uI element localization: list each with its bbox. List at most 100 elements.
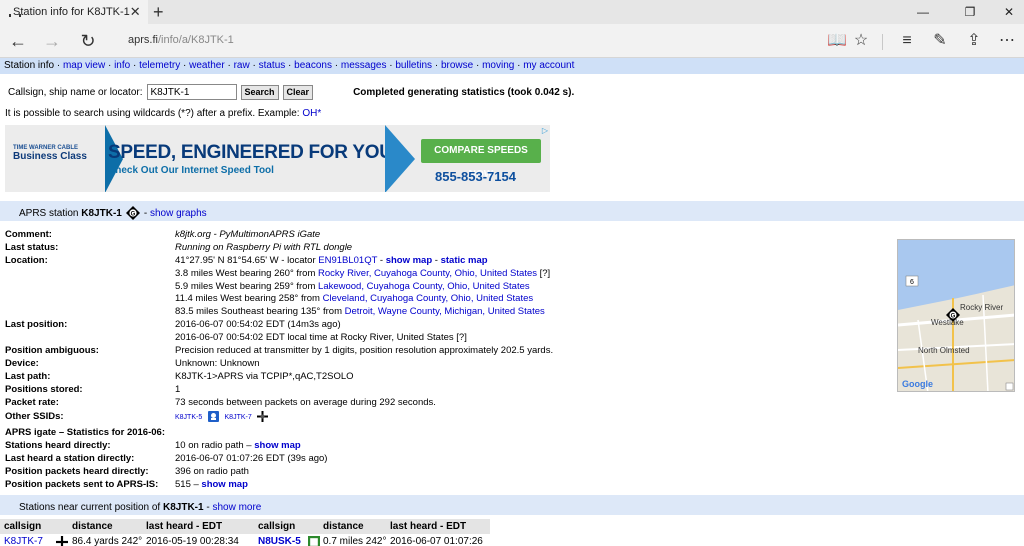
last-path-row: Last path: K8JTK-1>APRS via TCPIP*,qAC,T2… [5,371,885,384]
wildcard-example-link[interactable]: OH* [302,108,321,119]
menu-separator: · [285,60,295,71]
show-map-link[interactable]: show map [386,255,432,266]
new-tab-button[interactable]: + [153,1,164,23]
last-heard-label: Last heard a station directly: [5,453,135,465]
menu-item-moving[interactable]: moving [482,60,514,71]
igate-title-row: APRS igate – Statistics for 2016-06: [5,427,885,440]
show-graphs-link[interactable]: show graphs [150,208,207,219]
map-graphic: 6 Rocky River Westlake North Olmsted G G… [898,240,1014,391]
more-icon[interactable]: ⋯ [996,30,1018,52]
restore-button[interactable]: ❐ [955,2,985,22]
device-row: Device: Unknown: Unknown [5,358,885,371]
col-callsign-2: callsign [258,521,296,532]
packet-rate-label: Packet rate: [5,396,59,408]
reading-view-icon[interactable]: 📖 [826,30,848,52]
row-callsign-2[interactable]: N8USK-5 [258,536,301,546]
other-ssids-label: Other SSIDs: [5,411,64,423]
station-info-table: Comment: k8jtk.org - PyMultimonAPRS iGate… [5,229,885,492]
page-content: Station info · map view · info · telemet… [0,58,1024,546]
device-label: Device: [5,357,39,369]
menu-item-beacons[interactable]: beacons [294,60,332,71]
tab-bar: Station info for K8JTK-1 ✕ + — ❐ ✕ [0,0,1024,24]
minimize-button[interactable]: — [908,2,938,22]
menu-item-map-view[interactable]: map view [63,60,105,71]
nearby-distance: 3.8 miles West bearing 260° from [175,267,316,279]
ssid-5-link[interactable]: K8JTK-5 [175,414,202,421]
menu-item-raw[interactable]: raw [234,60,250,71]
share-icon[interactable]: ⇪ [963,30,985,52]
sent-map-link[interactable]: show map [201,479,247,490]
col-callsign-1: callsign [4,521,42,532]
forward-icon[interactable]: → [40,29,64,53]
last-position-value: 2016-06-07 00:54:02 EDT (14m3s ago) [175,319,341,331]
advertisement-banner[interactable]: TIME WARNER CABLE Business Class SPEED, E… [5,125,550,192]
menu-item-messages[interactable]: messages [341,60,387,71]
clear-button[interactable]: Clear [282,84,314,100]
menu-item-telemetry[interactable]: telemetry [139,60,180,71]
station-map[interactable]: 6 Rocky River Westlake North Olmsted G G… [897,239,1015,392]
menu-item-my-account[interactable]: my account [523,60,574,71]
show-more-link[interactable]: show more [212,502,261,513]
route-shield: 6 [910,279,914,286]
positions-value: 1 [175,383,181,395]
static-map-link[interactable]: static map [441,255,488,266]
ad-phone: 855-853-7154 [435,169,516,184]
igate-title: APRS igate – Statistics for 2016-06: [5,427,165,439]
ssid-7-link[interactable]: K8JTK-7 [225,414,252,421]
pos-heard-row: Position packets heard directly: 396 on r… [5,466,885,479]
ambiguous-label: Position ambiguous: [5,345,99,357]
nearby-place-link[interactable]: Cleveland, Cuyahoga County, Ohio, United… [323,293,534,304]
last-path-label: Last path: [5,370,51,382]
last-position-label: Last position: [5,319,68,331]
menu-separator: · [224,60,234,71]
close-tab-icon[interactable]: ✕ [130,4,141,20]
row-callsign-1[interactable]: K8JTK-7 [4,536,43,546]
nearby-distance: 11.4 miles West bearing 258° from [175,293,320,305]
browser-tab[interactable]: Station info for K8JTK-1 ✕ [0,0,148,24]
favorite-star-icon[interactable]: ☆ [850,30,872,52]
local-time-row: 2016-06-07 00:54:02 EDT local time at Ro… [5,332,885,345]
menu-separator: · [473,60,483,71]
nearby-place-link[interactable]: Detroit, Wayne County, Michigan, United … [345,306,545,317]
menu-separator: · [54,60,63,71]
ambiguous-value: Precision reduced at transmitter by 1 di… [175,345,554,357]
refresh-icon[interactable]: ↻ [76,29,100,53]
comment-label: Comment: [5,229,52,240]
ad-brand-name: Business Class [13,151,87,162]
row-symbol-1-icon [56,536,68,546]
nearby-row: 3.8 miles West bearing 260° from Rocky R… [5,268,885,281]
stations-near-prefix: Stations near current position of [19,501,161,513]
nearby-place-link[interactable]: Rocky River, Cuyahoga County, Ohio, Unit… [318,268,537,279]
row-time-2: 2016-06-07 01:07:26 [390,536,483,546]
menu-item-browse[interactable]: browse [441,60,473,71]
back-icon[interactable]: ← [6,29,30,53]
search-button[interactable]: Search [240,84,279,100]
menu-item-weather[interactable]: weather [189,60,225,71]
station-header-prefix: APRS station [19,207,79,219]
hub-icon[interactable]: ≡ [896,30,918,52]
search-form: Callsign, ship name or locator: Search C… [8,84,574,100]
map-marker: G [951,314,956,320]
ad-cta-button[interactable]: COMPARE SPEEDS NOW [421,139,541,180]
other-ssids-row: Other SSIDs: K8JTK-5 K8JTK-7 [5,409,885,425]
adchoices-icon[interactable]: ▷ [542,126,548,135]
menu-item-bulletins[interactable]: bulletins [395,60,432,71]
callsign-search-input[interactable] [146,84,237,100]
url-field[interactable]: aprs.fi/info/a/K8JTK-1 [128,34,234,46]
locator-link[interactable]: EN91BL01QT [318,255,377,266]
pos-heard-value: 396 on radio path [175,466,249,478]
last-status-row: Last status: Running on Raspberry Pi with… [5,242,885,255]
menu-item-info[interactable]: info [114,60,130,71]
nearby-row: 83.5 miles Southeast bearing 135° from D… [5,306,885,319]
pos-heard-label: Position packets heard directly: [5,466,149,478]
search-label: Callsign, ship name or locator: [8,86,143,98]
heard-map-link[interactable]: show map [254,440,300,451]
wildcard-hint: It is possible to search using wildcards… [5,108,321,119]
nearby-place-link[interactable]: Lakewood, Cuyahoga County, Ohio, United … [318,281,530,292]
close-window-button[interactable]: ✕ [994,2,1024,22]
address-bar: ← → ↻ aprs.fi/info/a/K8JTK-1 📖 ☆ ≡ ✎ ⇪ ⋯ [0,24,1024,58]
web-note-icon[interactable]: ✎ [929,30,951,52]
menu-item-status[interactable]: status [259,60,286,71]
last-path-value: K8JTK-1>APRS via TCPIP*,qAC,T2SOLO [175,370,354,382]
google-logo: Google [902,379,933,389]
